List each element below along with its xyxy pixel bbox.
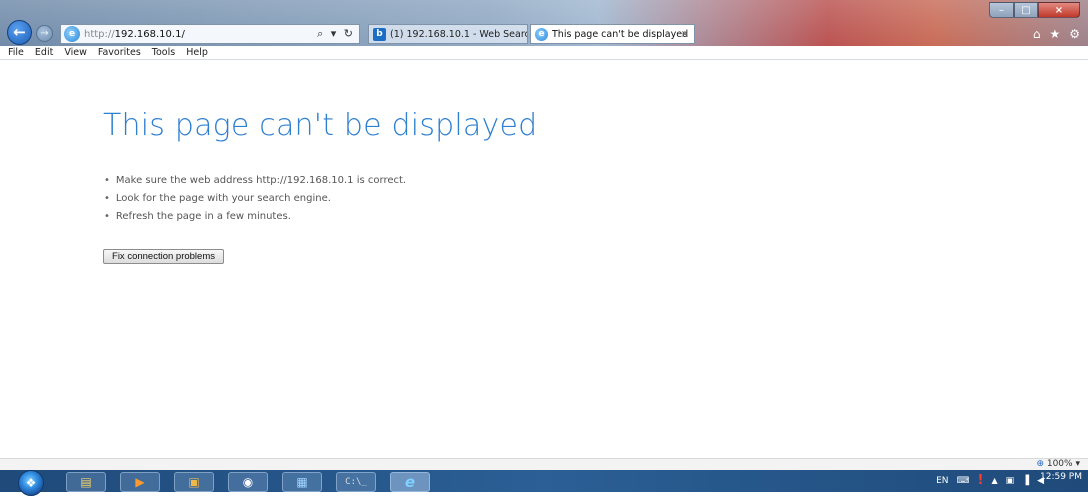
files-icon: ▣ — [188, 475, 200, 489]
bing-icon: b — [373, 27, 386, 41]
media-player-icon: ▶ — [135, 475, 145, 489]
zoom-icon: ⊕ — [1036, 459, 1044, 469]
menu-bar: File Edit View Favorites Tools Help — [0, 46, 1088, 60]
zoom-control[interactable]: ⊕ 100% ▾ — [1036, 459, 1080, 470]
suggestion-item: Look for the page with your search engin… — [104, 190, 406, 208]
page-title: This page can't be displayed — [103, 108, 538, 143]
back-arrow-icon: ← — [13, 23, 26, 41]
suggestion-item: Make sure the web address http://192.168… — [104, 172, 406, 190]
tab-label: (1) 192.168.10.1 - Web Search R... — [390, 28, 527, 40]
keyboard-icon[interactable]: ⌨ — [957, 476, 970, 486]
clock-time: 12:59 PM — [1040, 472, 1082, 482]
menu-file[interactable]: File — [8, 47, 24, 58]
monitor-icon[interactable]: ▣ — [1006, 476, 1015, 486]
window-controls: – □ × — [989, 2, 1080, 18]
action-center-alert-icon[interactable]: ! — [978, 473, 984, 488]
folder-icon: ▤ — [80, 475, 92, 489]
ie-icon: e — [535, 27, 548, 41]
taskbar-files[interactable]: ▣ — [174, 472, 214, 492]
taskbar-command-prompt[interactable]: C:\_ — [336, 472, 376, 492]
menu-help[interactable]: Help — [186, 47, 208, 58]
windows-logo-icon: ❖ — [25, 476, 37, 490]
status-bar: ⊕ 100% ▾ — [0, 458, 1088, 470]
suggestion-list: Make sure the web address http://192.168… — [104, 172, 406, 226]
hp-icon: ◉ — [242, 475, 254, 489]
menu-view[interactable]: View — [64, 47, 87, 58]
back-button[interactable]: ← — [7, 20, 32, 45]
close-window-button[interactable]: × — [1038, 2, 1080, 18]
address-bar[interactable]: e http:// 192.168.10.1/ ⌕ ▾ ↻ — [60, 24, 360, 44]
system-tray: EN ⌨ ! ▲ ▣ ▐ ◀ — [936, 473, 1044, 488]
forward-arrow-icon: → — [40, 28, 49, 39]
taskbar-clock[interactable]: 12:59 PM — [1040, 472, 1082, 482]
address-tools[interactable]: ⌕ ▾ ↻ — [317, 27, 355, 41]
ie-page-icon: e — [64, 26, 80, 42]
start-button[interactable]: ❖ — [18, 470, 44, 496]
tab-close-icon[interactable]: × — [681, 29, 689, 40]
toolbar-icons: ⌂ ★ ⚙ — [1033, 27, 1080, 41]
show-hidden-icons-arrow-icon[interactable]: ▲ — [991, 476, 997, 485]
address-prefix: http:// — [84, 28, 115, 40]
menu-edit[interactable]: Edit — [35, 47, 53, 58]
internet-explorer-icon: e — [404, 473, 416, 491]
network-signal-icon[interactable]: ▐ — [1022, 476, 1029, 486]
address-host: 192.168.10.1/ — [114, 28, 185, 40]
command-prompt-icon: C:\_ — [345, 477, 367, 487]
taskbar-internet-explorer[interactable]: e — [390, 472, 430, 492]
menu-favorites[interactable]: Favorites — [98, 47, 141, 58]
taskbar-explorer[interactable]: ▤ — [66, 472, 106, 492]
suggestion-item: Refresh the page in a few minutes. — [104, 208, 406, 226]
fix-connection-problems-button[interactable]: Fix connection problems — [103, 249, 224, 264]
zoom-level: 100% — [1046, 459, 1073, 469]
network-icon: ▦ — [296, 475, 308, 489]
home-icon[interactable]: ⌂ — [1033, 27, 1041, 41]
taskbar-network[interactable]: ▦ — [282, 472, 322, 492]
chevron-down-icon: ▾ — [1075, 459, 1080, 469]
windows-taskbar: ❖ ▤ ▶ ▣ ◉ ▦ C:\_ e EN ⌨ ! ▲ ▣ ▐ ◀ 12:59 … — [0, 470, 1088, 496]
language-indicator[interactable]: EN — [936, 476, 948, 486]
maximize-button[interactable]: □ — [1014, 2, 1038, 18]
favorites-star-icon[interactable]: ★ — [1049, 27, 1060, 41]
minimize-button[interactable]: – — [989, 2, 1014, 18]
menu-tools[interactable]: Tools — [152, 47, 175, 58]
tab-web-search[interactable]: b (1) 192.168.10.1 - Web Search R... — [368, 24, 528, 44]
forward-button[interactable]: → — [36, 25, 53, 42]
taskbar-media-player[interactable]: ▶ — [120, 472, 160, 492]
settings-gear-icon[interactable]: ⚙ — [1069, 27, 1080, 41]
taskbar-hp[interactable]: ◉ — [228, 472, 268, 492]
tab-page-cant-be-displayed[interactable]: e This page can't be displayed × — [530, 24, 695, 44]
tab-label: This page can't be displayed — [552, 28, 689, 40]
